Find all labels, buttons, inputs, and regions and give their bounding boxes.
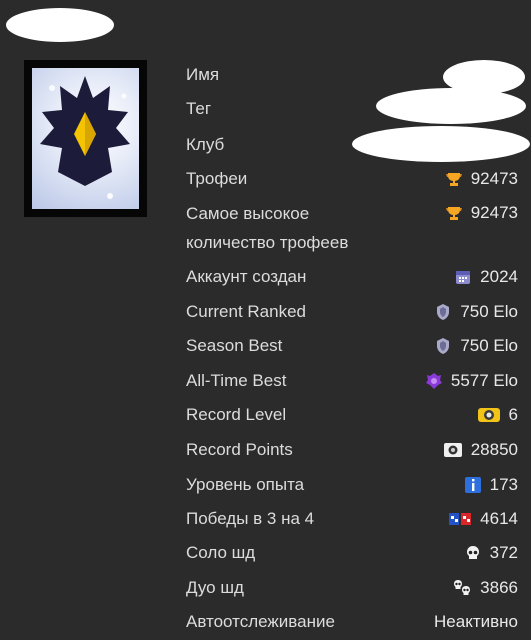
masters-icon [425, 372, 443, 390]
duo-sd-value: 3866 [480, 578, 518, 597]
current-ranked-label: Current Ranked [186, 302, 307, 321]
wins-3v3-label: Победы в 3 на 4 [186, 509, 315, 528]
season-best-label: Season Best [186, 336, 283, 355]
solo-sd-value: 372 [489, 543, 518, 562]
profile-icon-image [40, 76, 130, 199]
trophy-icon [445, 170, 463, 188]
row-record-points: Record Points 28850 [186, 438, 518, 462]
duo-sd-label: Дуо шд [186, 578, 244, 597]
row-current-ranked: Current Ranked 750 Elo [186, 300, 518, 324]
row-account-created: Аккаунт создан 2024 [186, 265, 518, 289]
row-exp-level: Уровень опыта 173 [186, 473, 518, 497]
row-trophies: Трофеи 92473 [186, 167, 518, 191]
trophy-icon [445, 204, 463, 222]
autotrack-label: Автоотслеживание [186, 612, 335, 631]
wins-3v3-value: 4614 [480, 509, 518, 528]
season-best-value: 750 Elo [460, 336, 518, 355]
solo-sd-label: Соло шд [186, 543, 256, 562]
record-points-value: 28850 [470, 440, 518, 459]
autotrack-value: Неактивно [434, 612, 518, 631]
record-points-label: Record Points [186, 440, 293, 459]
account-created-label: Аккаунт создан [186, 267, 307, 286]
record-level-value: 6 [508, 405, 518, 424]
row-highest-trophies: Самое высокое количество трофеев 92473 [186, 201, 518, 259]
record-points-icon [443, 441, 463, 459]
all-time-best-value: 5577 Elo [450, 371, 518, 390]
profile-avatar [24, 60, 147, 217]
exp-level-value: 173 [489, 475, 518, 494]
current-ranked-value: 750 Elo [460, 302, 518, 321]
highest-trophies-label: Самое высокое количество трофеев [186, 204, 349, 252]
row-record-level: Record Level 6 [186, 403, 518, 427]
name-label: Имя [186, 65, 220, 84]
ranked-icon [434, 303, 452, 321]
trophies-value: 92473 [470, 169, 518, 188]
row-wins-3v3: Победы в 3 на 4 4614 [186, 507, 518, 531]
duo-skull-icon [452, 579, 472, 597]
redacted-tag [376, 88, 526, 124]
ranked-icon [434, 337, 452, 355]
tag-label: Тег [186, 99, 212, 118]
redacted-club [352, 126, 530, 162]
row-all-time-best: All-Time Best 5577 Elo [186, 369, 518, 393]
skull-icon [464, 544, 482, 562]
redacted-header [6, 8, 114, 42]
calendar-icon [454, 268, 472, 286]
3v3-icon [448, 510, 472, 528]
club-label: Клуб [186, 135, 225, 154]
highest-trophies-value: 92473 [470, 203, 518, 222]
account-created-value: 2024 [480, 267, 518, 286]
info-icon [464, 476, 482, 494]
row-solo-sd: Соло шд 372 [186, 541, 518, 565]
all-time-best-label: All-Time Best [186, 371, 287, 390]
row-duo-sd: Дуо шд 3866 [186, 576, 518, 600]
row-autotrack: Автоотслеживание Неактивно [186, 610, 518, 634]
record-level-label: Record Level [186, 405, 287, 424]
exp-level-label: Уровень опыта [186, 475, 305, 494]
trophies-label: Трофеи [186, 169, 248, 188]
row-season-best: Season Best 750 Elo [186, 334, 518, 358]
record-level-icon [477, 406, 501, 424]
